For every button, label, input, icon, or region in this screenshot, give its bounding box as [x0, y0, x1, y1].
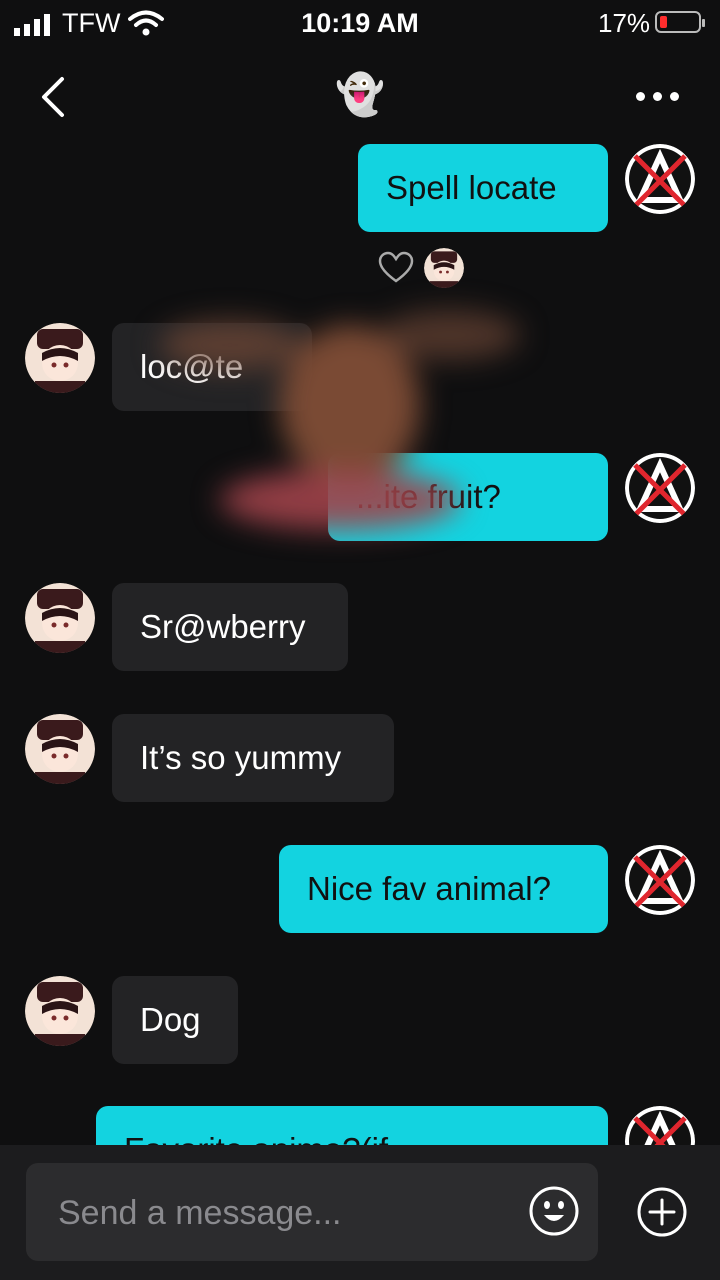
emoji-icon[interactable]	[528, 1185, 580, 1237]
outgoing-message[interactable]: Favorite anime?(if ...	[96, 1106, 608, 1145]
contact-avatar[interactable]	[25, 583, 95, 653]
my-avatar[interactable]	[625, 1106, 695, 1145]
outgoing-message[interactable]: Nice fav animal?	[279, 845, 608, 933]
heart-icon[interactable]	[378, 250, 414, 286]
more-options-button[interactable]	[630, 75, 686, 115]
my-avatar[interactable]	[625, 144, 695, 214]
reaction-row	[378, 248, 478, 288]
reactor-avatar	[424, 248, 464, 288]
contact-avatar[interactable]	[25, 714, 95, 784]
contact-avatar[interactable]	[25, 323, 95, 393]
my-avatar[interactable]	[625, 453, 695, 523]
composer-bar	[0, 1145, 720, 1280]
add-icon[interactable]	[636, 1186, 688, 1238]
chat-title[interactable]: 👻	[0, 73, 720, 117]
incoming-message[interactable]: It’s so yummy	[112, 714, 394, 802]
message-list[interactable]: Spell locate loc@te ...ite fruit? Sr@wbe…	[0, 140, 720, 1145]
contact-avatar[interactable]	[25, 976, 95, 1046]
message-input[interactable]	[56, 1185, 510, 1241]
message-input-container[interactable]	[26, 1163, 598, 1261]
incoming-message[interactable]: loc@te	[112, 323, 312, 411]
chat-header: 👻	[0, 55, 720, 135]
incoming-message[interactable]: Dog	[112, 976, 238, 1064]
incoming-message[interactable]: Sr@wberry	[112, 583, 348, 671]
outgoing-message[interactable]: Spell locate	[358, 144, 608, 232]
outgoing-message[interactable]: ...ite fruit?	[328, 453, 608, 541]
battery-percentage: 17%	[598, 8, 651, 38]
status-bar: TFW 10:19 AM 17%	[0, 0, 720, 48]
battery-icon	[655, 11, 705, 33]
my-avatar[interactable]	[625, 845, 695, 915]
